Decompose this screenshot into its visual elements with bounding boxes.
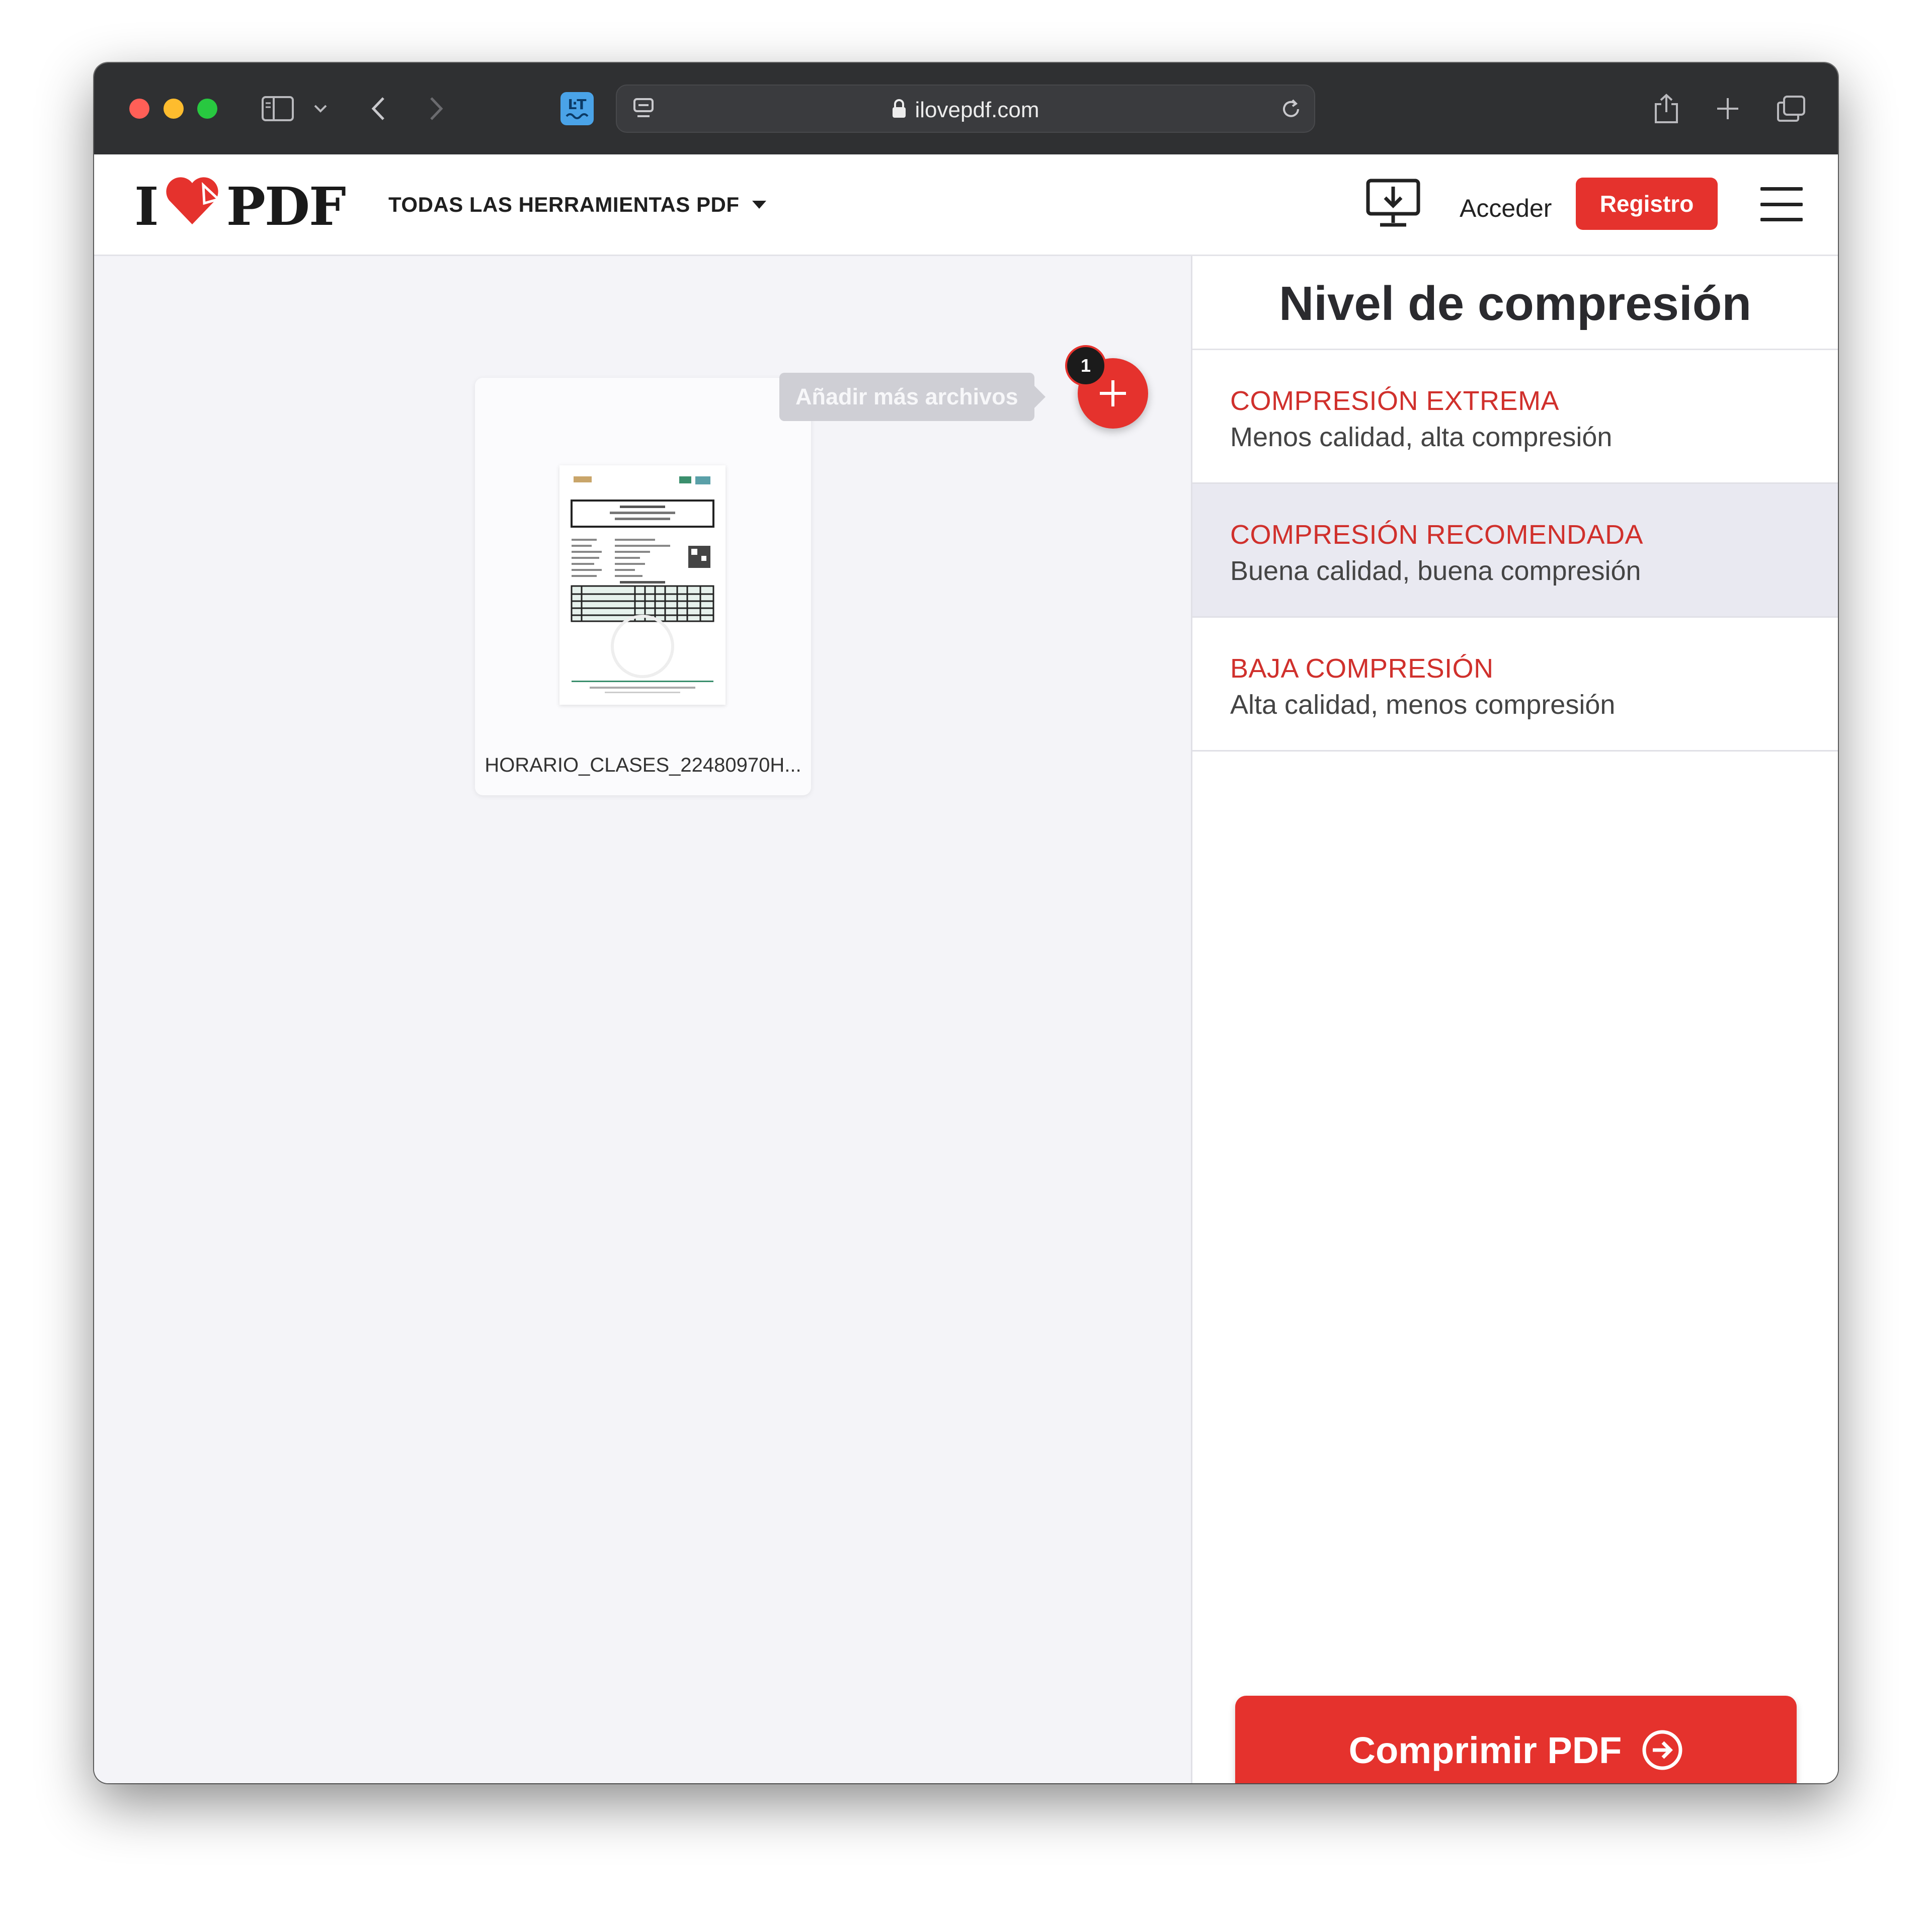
desktop-download-icon[interactable] [1366,179,1420,231]
caret-down-icon [752,201,767,209]
plus-icon [1100,380,1126,406]
browser-window: ĿT ilovepdf.com I PDF TODAS LAS HERRAMIE… [94,63,1838,1783]
option-extreme-compression[interactable]: COMPRESIÓN EXTREMA Menos calidad, alta c… [1192,350,1838,484]
tab-overview-icon[interactable] [1774,88,1809,129]
add-files-tooltip: Añadir más archivos [779,373,1045,421]
sidebar-title: Nivel de compresión [1279,277,1751,330]
sidebar-icon[interactable] [260,88,295,129]
login-link[interactable]: Acceder [1460,194,1552,223]
option-low-compression[interactable]: BAJA COMPRESIÓN Alta calidad, menos comp… [1192,618,1838,752]
svg-text:ĿT: ĿT [568,96,587,113]
option-title: COMPRESIÓN RECOMENDADA [1230,520,1644,550]
zoom-window-button[interactable] [197,99,217,119]
arrow-right-circle-icon [1642,1730,1682,1770]
option-recommended-compression[interactable]: COMPRESIÓN RECOMENDADA Buena calidad, bu… [1192,484,1838,618]
option-description: Alta calidad, menos compresión [1230,690,1616,720]
option-title: COMPRESIÓN EXTREMA [1230,386,1560,416]
forward-icon[interactable] [424,88,449,129]
site-header: I PDF TODAS LAS HERRAMIENTAS PDF Acceder… [94,154,1838,256]
url-text: ilovepdf.com [915,98,1039,122]
hamburger-menu-icon[interactable] [1760,187,1803,221]
lock-icon [892,99,907,124]
compress-button-label: Comprimir PDF [1348,1729,1622,1771]
compress-pdf-button[interactable]: Comprimir PDF [1235,1696,1797,1783]
address-bar[interactable]: ilovepdf.com [616,85,1315,133]
option-description: Buena calidad, buena compresión [1230,556,1641,586]
file-name: HORARIO_CLASES_22480970H... [485,754,801,776]
signup-button[interactable]: Registro [1576,178,1718,230]
new-tab-icon[interactable] [1710,88,1745,129]
pdf-thumbnail [559,465,726,705]
close-window-button[interactable] [129,99,149,119]
option-title: BAJA COMPRESIÓN [1230,653,1494,684]
all-tools-menu[interactable]: TODAS LAS HERRAMIENTAS PDF [388,193,767,217]
minimize-window-button[interactable] [164,99,184,119]
heart-icon [162,174,222,239]
option-description: Menos calidad, alta compresión [1230,422,1613,452]
file-card[interactable]: HORARIO_CLASES_22480970H... [475,378,811,795]
reload-icon[interactable] [1273,91,1309,127]
compression-sidebar: Nivel de compresión COMPRESIÓN EXTREMA M… [1191,256,1838,1783]
ilovepdf-logo[interactable]: I PDF [134,176,346,237]
translate-extension-icon[interactable]: ĿT [559,88,595,129]
file-workspace: HORARIO_CLASES_22480970H... Añadir más a… [94,256,1191,1783]
browser-toolbar: ĿT ilovepdf.com [94,63,1838,154]
share-icon[interactable] [1649,88,1684,129]
chevron-down-icon[interactable] [310,88,331,129]
file-count-badge: 1 [1065,345,1106,386]
back-icon[interactable] [366,88,391,129]
